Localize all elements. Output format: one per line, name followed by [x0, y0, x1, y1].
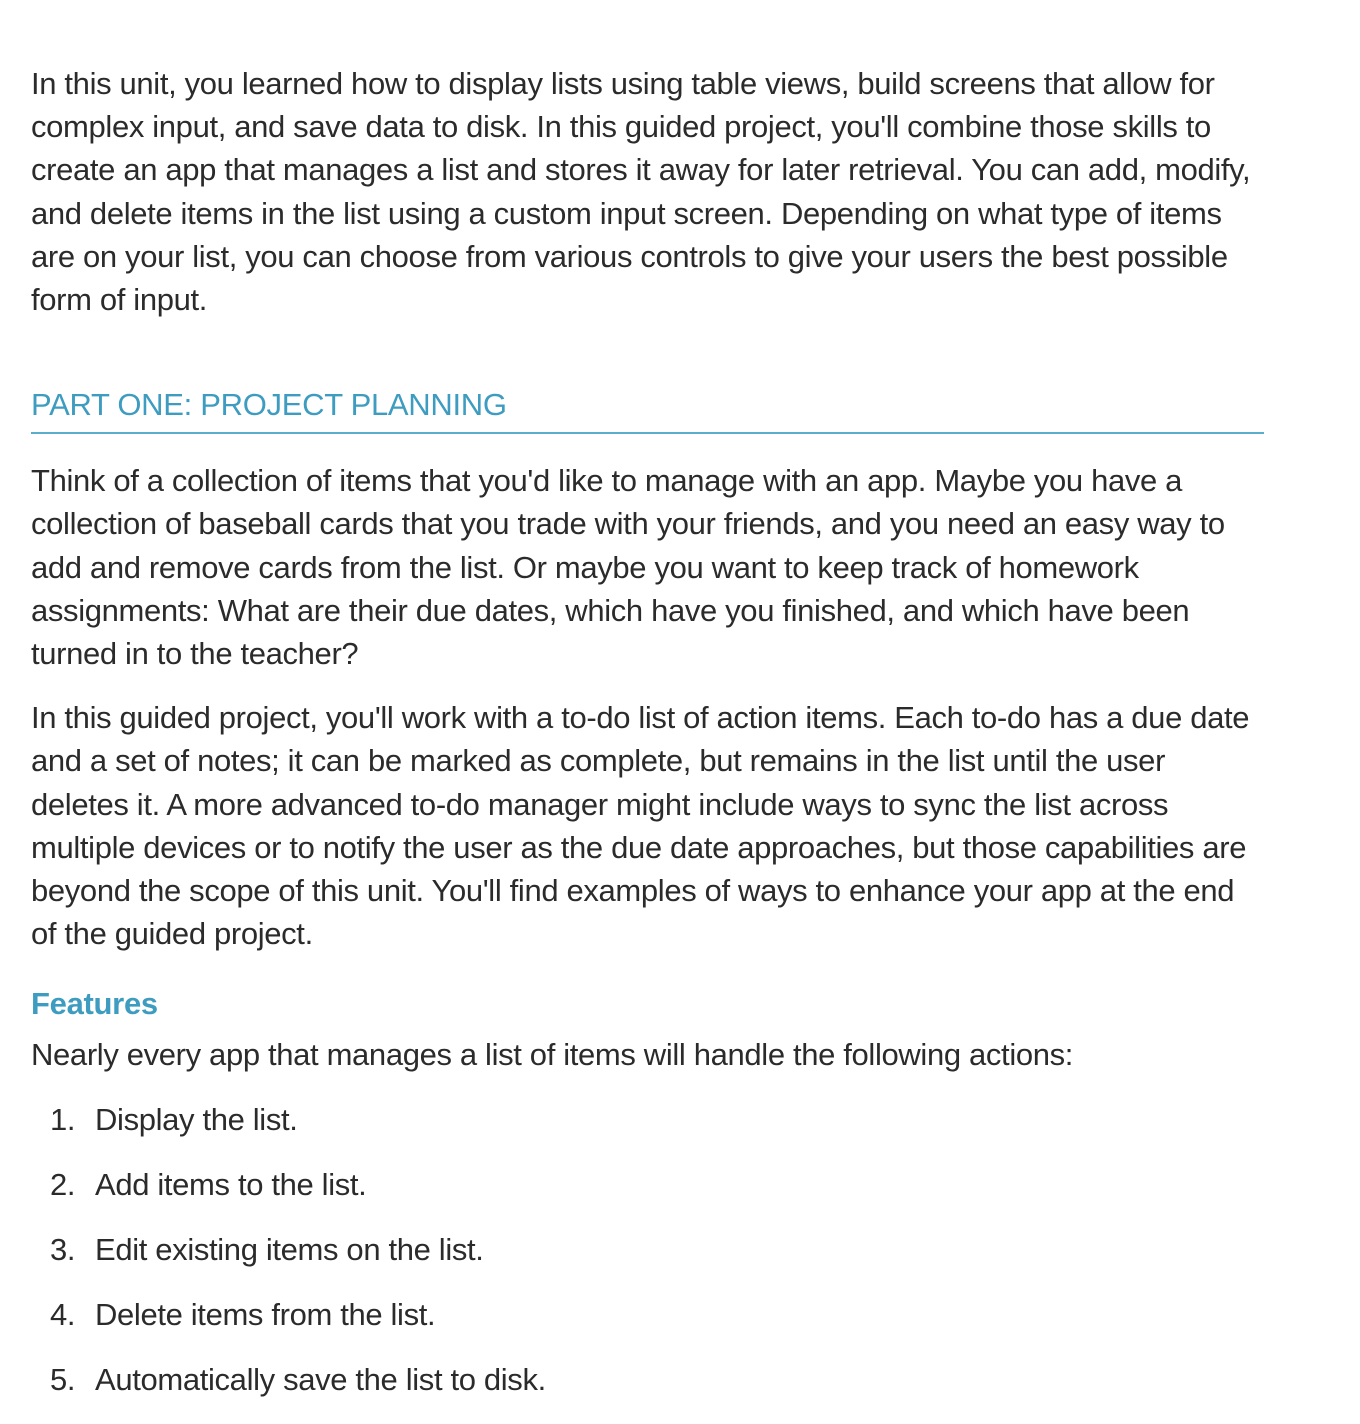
planning-paragraph-1: Think of a collection of items that you'… [31, 463, 1225, 672]
features-list: 1. Display the list. 2. Add items to the… [31, 1098, 1264, 1402]
list-item-text: Automatically save the list to disk. [95, 1362, 546, 1398]
list-item: 1. Display the list. [31, 1098, 1264, 1141]
document-content: In this unit, you learned how to display… [31, 62, 1264, 1424]
list-item-text: Add items to the list. [95, 1166, 367, 1202]
planning-paragraph-2: In this guided project, you'll work with… [31, 700, 1250, 952]
list-item-text: Delete items from the list. [95, 1297, 436, 1333]
list-item-number: 2. [50, 1166, 76, 1202]
list-item-number: 5. [50, 1362, 76, 1398]
document-page: In this unit, you learned how to display… [0, 0, 1360, 1410]
section-heading: PART ONE: PROJECT PLANNING [31, 383, 1264, 435]
list-item: 5. Automatically save the list to disk. [31, 1358, 1264, 1401]
list-item-number: 4. [50, 1297, 76, 1333]
list-item-number: 1. [50, 1101, 76, 1137]
features-heading: Features [31, 986, 158, 1022]
list-item: 3. Edit existing items on the list. [31, 1228, 1264, 1271]
list-item: 4. Delete items from the list. [31, 1293, 1264, 1336]
list-item: 2. Add items to the list. [31, 1163, 1264, 1206]
list-item-number: 3. [50, 1232, 76, 1268]
list-item-text: Edit existing items on the list. [95, 1232, 484, 1268]
features-intro: Nearly every app that manages a list of … [31, 1037, 1074, 1073]
intro-paragraph: In this unit, you learned how to display… [31, 66, 1251, 318]
list-item-text: Display the list. [95, 1101, 298, 1137]
